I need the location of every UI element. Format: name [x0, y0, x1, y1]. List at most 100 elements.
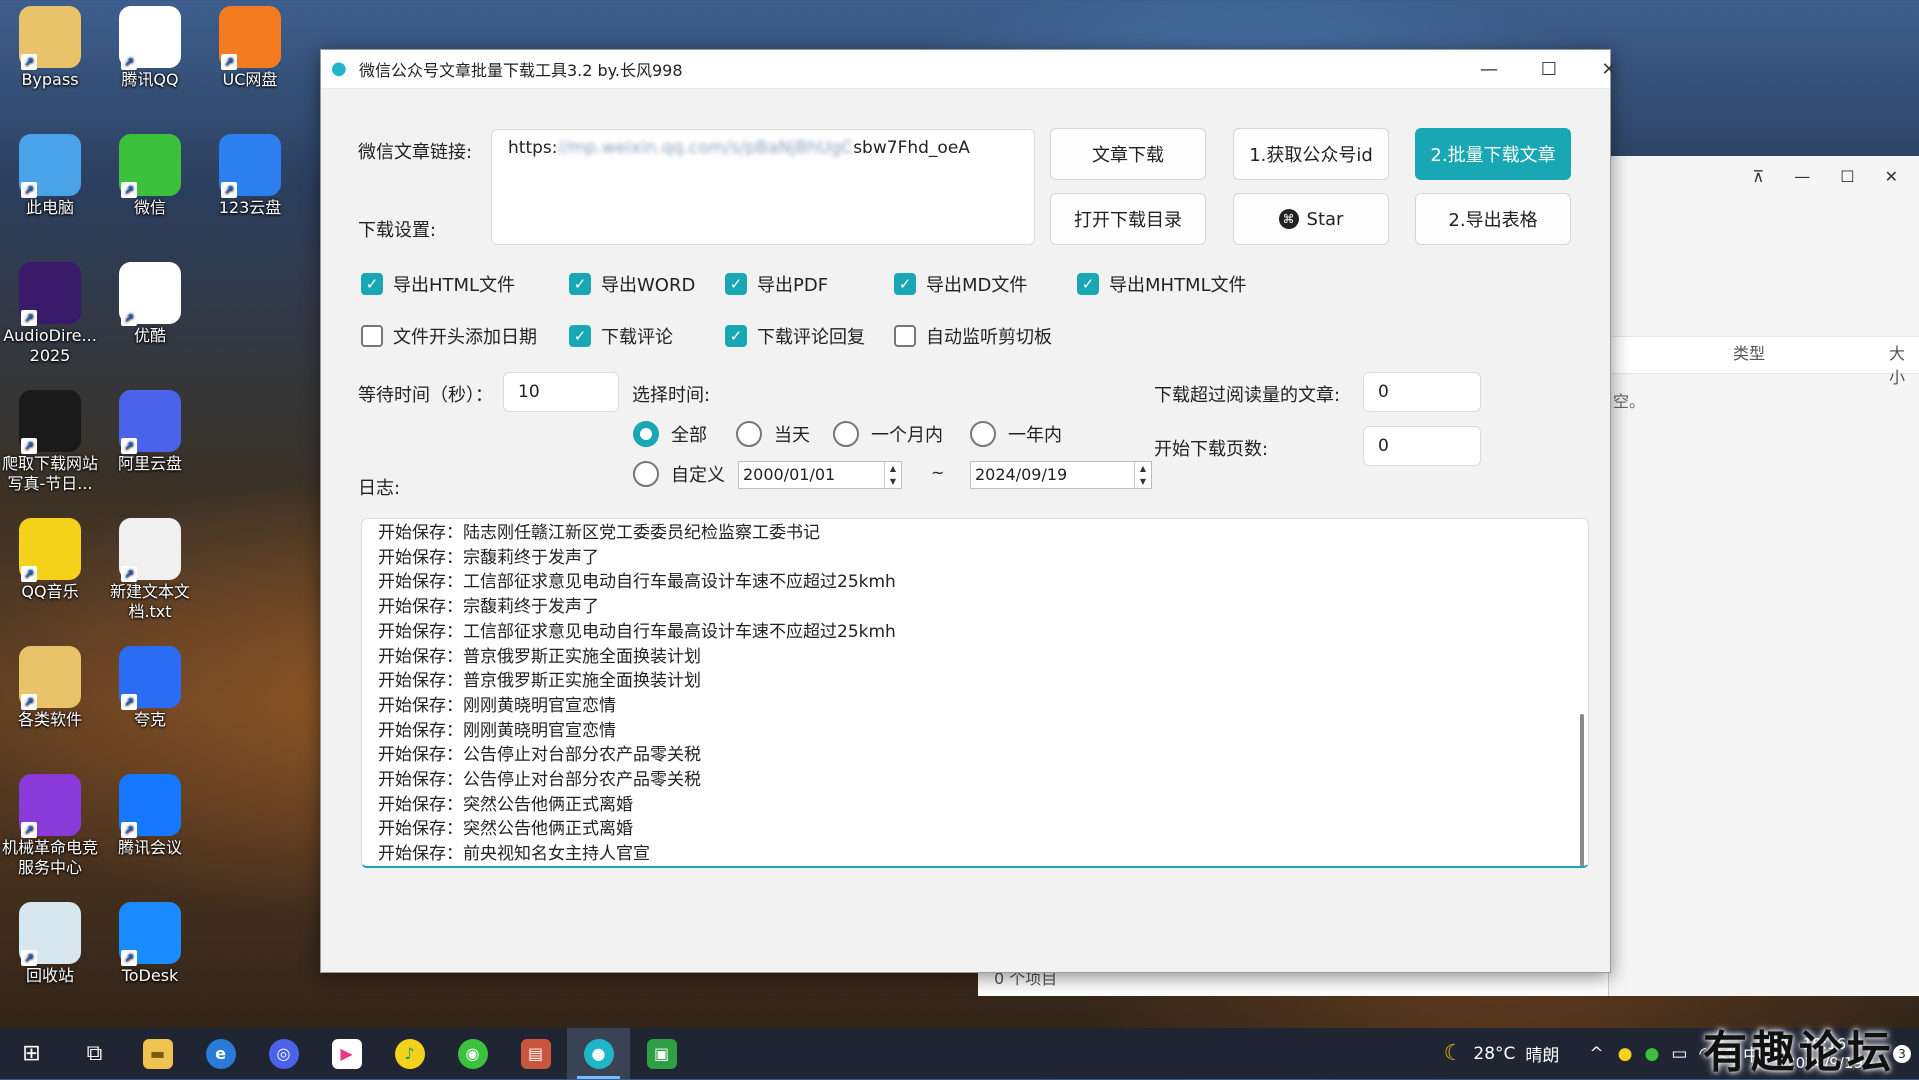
desktop-icon[interactable]: ↗ AudioDire... 2025 — [0, 262, 100, 366]
option-checkbox[interactable]: ✓ 导出MD文件 — [894, 271, 1027, 297]
taskbar-monitor-app[interactable]: ▣ — [630, 1028, 693, 1079]
taskbar-wechat[interactable]: ◉ — [441, 1028, 504, 1079]
taskbar-browser[interactable]: e — [189, 1028, 252, 1079]
date-from-picker[interactable]: 2000/01/01 ▲ ▼ — [738, 461, 902, 489]
desktop-icon[interactable]: ↗ 阿里云盘 — [100, 390, 200, 474]
option-checkbox[interactable]: 文件开头添加日期 — [361, 323, 537, 349]
open-download-dir-button[interactable]: 打开下载目录 — [1050, 193, 1206, 245]
desktop-icon[interactable]: ↗ 新建文本文 档.txt — [100, 518, 200, 622]
close-button[interactable]: ✕ — [1579, 50, 1639, 88]
option-checkbox[interactable]: ✓ 导出MHTML文件 — [1077, 271, 1247, 297]
get-account-id-button[interactable]: 1.获取公众号id — [1233, 128, 1389, 180]
checked-checkbox-icon[interactable]: ✓ — [725, 325, 747, 347]
unchecked-checkbox-icon[interactable] — [361, 325, 383, 347]
desktop-icon[interactable]: ↗ UC网盘 — [200, 6, 300, 90]
radio-custom[interactable]: 自定义 — [633, 461, 725, 487]
date-to-picker[interactable]: 2024/09/19 ▲ ▼ — [970, 461, 1152, 489]
article-url-input[interactable]: https://mp.weixin.qq.com/s/pBaNjBhUgCsbw… — [491, 129, 1035, 245]
battery-icon[interactable]: ▭ — [1671, 1044, 1687, 1064]
desktop-icon[interactable]: ↗ 腾讯会议 — [100, 774, 200, 858]
pin-icon[interactable]: ⊼ — [1753, 167, 1765, 186]
option-checkbox[interactable]: ✓ 下载评论 — [569, 323, 673, 349]
log-line: 开始保存：宗馥莉终于发声了 — [378, 597, 599, 618]
checked-checkbox-icon[interactable]: ✓ — [1077, 273, 1099, 295]
desktop-icon[interactable]: ↗ 回收站 — [0, 902, 100, 986]
desktop-icon[interactable]: ↗ 优酷 — [100, 262, 200, 346]
radio-all[interactable]: 全部 — [633, 421, 707, 447]
radio-today[interactable]: 当天 — [736, 421, 810, 447]
taskbar-archive[interactable]: ▤ — [504, 1028, 567, 1079]
checked-checkbox-icon[interactable]: ✓ — [725, 273, 747, 295]
title-bar[interactable]: ● 微信公众号文章批量下载工具3.2 by.长风998 — ☐ ✕ — [321, 50, 1617, 89]
weather-text[interactable]: 晴朗 — [1525, 1041, 1559, 1066]
shortcut-arrow-icon: ↗ — [121, 694, 137, 710]
taskbar-downloader-app[interactable]: ● — [567, 1028, 630, 1079]
radio-month[interactable]: 一个月内 — [833, 421, 943, 447]
option-checkbox[interactable]: ✓ 下载评论回复 — [725, 323, 865, 349]
weather-moon-icon[interactable]: ☾ — [1444, 1041, 1464, 1066]
article-download-button[interactable]: 文章下载 — [1050, 128, 1206, 180]
desktop-icon-label: 优酷 — [133, 326, 166, 345]
wait-time-input[interactable]: 10 — [503, 372, 619, 412]
checked-checkbox-icon[interactable]: ✓ — [894, 273, 916, 295]
scraper-app-icon: ↗ — [19, 390, 81, 454]
date-from-spinner-icon[interactable]: ▲ ▼ — [884, 462, 901, 488]
url-suffix: sbw7Fhd_oeA — [853, 138, 970, 158]
minimize-button[interactable]: — — [1459, 50, 1519, 88]
option-checkbox[interactable]: ✓ 导出PDF — [725, 271, 828, 297]
github-star-button[interactable]: ⌘ Star — [1233, 193, 1389, 245]
checked-checkbox-icon[interactable]: ✓ — [569, 273, 591, 295]
unchecked-checkbox-icon[interactable] — [894, 325, 916, 347]
start-page-input[interactable]: 0 — [1363, 426, 1481, 466]
log-textarea[interactable]: 开始保存：陆志刚任赣江新区党工委委员纪检监察工委书记 开始保存：宗馥莉终于发声了开… — [361, 518, 1589, 868]
radio-year[interactable]: 一年内 — [970, 421, 1062, 447]
task-view-button[interactable]: ⧉ — [63, 1028, 126, 1079]
maximize-icon[interactable]: ☐ — [1840, 167, 1854, 186]
desktop-icon[interactable]: ↗ ToDesk — [100, 902, 200, 986]
column-type[interactable]: 类型 — [1733, 340, 1765, 364]
desktop-icon-label: QQ音乐 — [21, 582, 79, 601]
desktop-icon[interactable]: ↗ 各类软件 — [0, 646, 100, 730]
checked-checkbox-icon[interactable]: ✓ — [569, 325, 591, 347]
tray-wechat-icon[interactable]: ● — [1645, 1044, 1660, 1064]
shortcut-arrow-icon: ↗ — [121, 438, 137, 454]
desktop-icon[interactable]: ↗ 爬取下载网站 写真-节日... — [0, 390, 100, 494]
column-size[interactable]: 大小 — [1889, 340, 1919, 388]
tray-expand-icon[interactable]: ^ — [1589, 1044, 1603, 1064]
desktop-icon[interactable]: ↗ 此电脑 — [0, 134, 100, 218]
start-button[interactable]: ⊞ — [0, 1028, 63, 1079]
option-checkbox[interactable]: ✓ 导出HTML文件 — [361, 271, 515, 297]
batch-download-button[interactable]: 2.批量下载文章 — [1415, 128, 1571, 180]
date-to-spinner-icon[interactable]: ▲ ▼ — [1134, 462, 1151, 488]
maximize-button[interactable]: ☐ — [1519, 50, 1579, 88]
log-scrollbar[interactable] — [1580, 714, 1584, 866]
checked-checkbox-icon[interactable]: ✓ — [361, 273, 383, 295]
taskbar-explorer[interactable]: ▬ — [126, 1028, 189, 1079]
desktop-icon[interactable]: ↗ 微信 — [100, 134, 200, 218]
desktop-icon-label: 各类软件 — [17, 710, 82, 729]
desktop-icon[interactable]: ↗ 腾讯QQ — [100, 6, 200, 90]
option-checkbox[interactable]: 自动监听剪切板 — [894, 323, 1052, 349]
desktop-icon[interactable]: ↗ QQ音乐 — [0, 518, 100, 602]
desktop-icon[interactable]: ↗ Bypass — [0, 6, 100, 90]
option-checkbox[interactable]: ✓ 导出WORD — [569, 271, 695, 297]
desktop-icon-label: ToDesk — [121, 966, 179, 985]
minimize-icon[interactable]: — — [1794, 167, 1810, 186]
option-label: 下载评论 — [601, 327, 673, 348]
desktop-icon[interactable]: ↗ 123云盘 — [200, 134, 300, 218]
weather-temp[interactable]: 28°C — [1473, 1044, 1515, 1064]
desktop-icon[interactable]: ↗ 机械革命电竞 服务中心 — [0, 774, 100, 878]
app-window: ● 微信公众号文章批量下载工具3.2 by.长风998 — ☐ ✕ 微信文章链接… — [320, 49, 1617, 973]
close-icon[interactable]: ✕ — [1885, 167, 1898, 186]
log-line: 开始保存：刚刚黄晓明官宣恋情 — [378, 720, 616, 741]
taskbar-aliyun[interactable]: ◎ — [252, 1028, 315, 1079]
tray-qq-music-icon[interactable]: ● — [1618, 1044, 1633, 1064]
desktop-icon[interactable]: ↗ 夸克 — [100, 646, 200, 730]
notification-badge[interactable]: 3 — [1893, 1044, 1911, 1063]
export-table-button[interactable]: 2.导出表格 — [1415, 193, 1571, 245]
folder-icon: ↗ — [19, 6, 81, 70]
min-reads-input[interactable]: 0 — [1363, 372, 1481, 412]
background-explorer-window[interactable]: ⊼ — ☐ ✕ 类型 大小 空。 — [1608, 156, 1919, 996]
taskbar-youku[interactable]: ▶ — [315, 1028, 378, 1079]
taskbar-qq-music[interactable]: ♪ — [378, 1028, 441, 1079]
